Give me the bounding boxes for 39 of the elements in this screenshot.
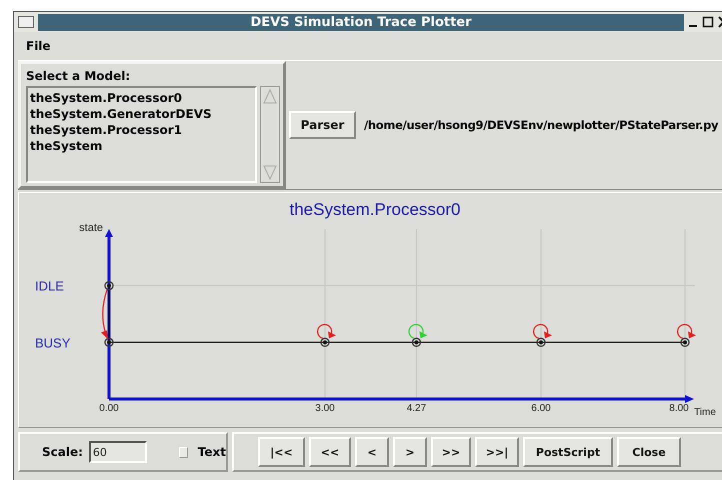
state-point bbox=[104, 281, 114, 290]
x-tick-label: 0.00 bbox=[99, 403, 119, 414]
model-item[interactable]: theSystem bbox=[30, 138, 253, 154]
postscript-button[interactable]: PostScript bbox=[523, 437, 613, 467]
scale-field[interactable]: 60 bbox=[88, 441, 147, 463]
x-tick-label: 3.00 bbox=[315, 403, 335, 414]
parser-button[interactable]: Parser bbox=[289, 111, 356, 139]
nav-button[interactable]: |<< bbox=[258, 437, 305, 467]
state-point bbox=[680, 338, 690, 347]
window-title: DEVS Simulation Trace Plotter bbox=[38, 14, 684, 30]
chart-title: theSystem.Processor0 bbox=[290, 200, 460, 219]
close-button[interactable]: Close bbox=[617, 437, 681, 467]
y-tick-label: BUSY bbox=[35, 335, 70, 350]
state-point bbox=[536, 338, 546, 347]
nav-button[interactable]: >> bbox=[431, 437, 471, 467]
maximize-icon[interactable] bbox=[702, 16, 714, 28]
x-tick-label: 4.27 bbox=[406, 403, 426, 414]
state-point bbox=[320, 338, 330, 347]
y-tick-label: IDLE bbox=[35, 278, 64, 294]
scale-label: Scale: bbox=[42, 445, 83, 459]
menu-item[interactable]: File bbox=[26, 39, 51, 53]
text-checkbox[interactable] bbox=[178, 446, 188, 458]
model-item[interactable]: theSystem.Processor1 bbox=[30, 122, 253, 138]
state-point bbox=[412, 338, 422, 347]
window-menu-icon[interactable] bbox=[18, 16, 34, 28]
state-point bbox=[104, 338, 114, 347]
y-axis-label: state bbox=[79, 222, 103, 234]
parser-path: /home/user/hsong9/DEVSEnv/newplotter/PStateParser.py bbox=[364, 118, 718, 132]
nav-button[interactable]: < bbox=[355, 437, 389, 467]
nav-button[interactable]: >>| bbox=[475, 437, 519, 467]
nav-button[interactable]: << bbox=[309, 437, 351, 467]
nav-button[interactable]: > bbox=[393, 437, 427, 467]
text-checkbox-label[interactable]: Text bbox=[198, 445, 226, 459]
x-axis-label: Time bbox=[694, 407, 716, 418]
x-tick-label: 8.00 bbox=[669, 403, 689, 414]
model-item[interactable]: theSystem.GeneratorDEVS bbox=[30, 106, 253, 122]
model-item[interactable]: theSystem.Processor0 bbox=[30, 90, 253, 106]
x-tick-label: 6.00 bbox=[531, 403, 551, 414]
model-heading: Select a Model: bbox=[26, 69, 132, 83]
